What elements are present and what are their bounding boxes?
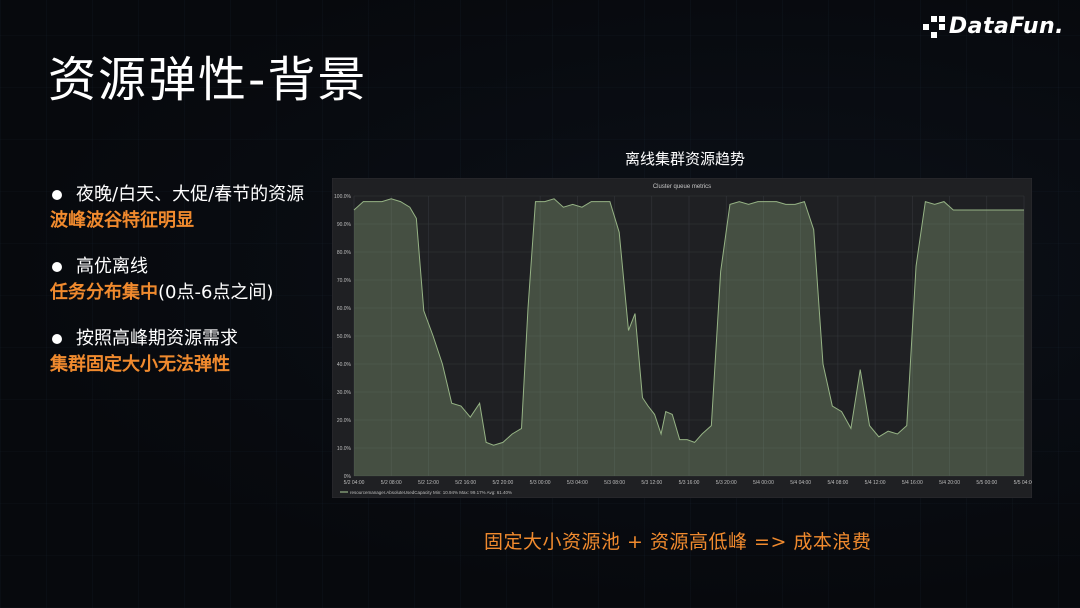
x-tick-label: 5/2 08:00 [381, 480, 402, 486]
bullet-suffix: (0点-6点之间) [158, 282, 274, 303]
x-tick-label: 5/2 04:00 [344, 480, 365, 486]
bottom-note: 固定大小资源池 + 资源高低峰 => 成本浪费 [484, 531, 872, 553]
x-tick-label: 5/4 12:00 [865, 480, 886, 486]
x-tick-label: 5/3 00:00 [530, 480, 551, 486]
x-tick-label: 5/3 08:00 [604, 480, 625, 486]
bullet-highlight: 任务分布集中 [50, 282, 158, 303]
bullet-text: 夜晚/白天、大促/春节的资源 [76, 184, 305, 205]
page-title: 资源弹性-背景 [48, 52, 368, 108]
x-tick-label: 5/3 16:00 [679, 480, 700, 486]
y-tick-label: 90.0% [337, 222, 352, 228]
y-tick-label: 40.0% [337, 362, 352, 368]
bullet-dot-icon [50, 254, 76, 280]
x-tick-label: 5/4 08:00 [827, 480, 848, 486]
bullet-highlight: 波峰波谷特征明显 [50, 210, 194, 231]
x-tick-label: 5/3 20:00 [716, 480, 737, 486]
y-tick-label: 20.0% [337, 418, 352, 424]
cluster-queue-chart: Cluster queue metrics 0% 10.0% 20.0% 30.0% 40… [331, 177, 1035, 499]
x-tick-label: 5/5 00:00 [976, 480, 997, 486]
bullet-highlight: 集群固定大小无法弹性 [50, 354, 230, 375]
logo-text: DataFun. [948, 14, 1064, 39]
bullet-item: 按照高峰期资源需求 集群固定大小无法弹性 [50, 326, 320, 378]
x-tick-label: 5/5 04:00 [1014, 480, 1032, 486]
y-tick-label: 30.0% [337, 390, 352, 396]
bullet-item: 夜晚/白天、大促/春节的资源 波峰波谷特征明显 [50, 182, 320, 234]
bullet-dot-icon [50, 326, 76, 352]
chart-panel: Cluster queue metrics 0% 10.0% 20.0% 30.0% 40… [331, 177, 1035, 499]
chart-caption: 离线集群资源趋势 [624, 150, 745, 168]
x-tick-label: 5/2 16:00 [455, 480, 476, 486]
datafun-logo: DataFun. [922, 14, 1064, 39]
x-tick-label: 5/4 04:00 [790, 480, 811, 486]
y-tick-label: 80.0% [337, 250, 352, 256]
x-tick-label: 5/4 00:00 [753, 480, 774, 486]
chart-title: Cluster queue metrics [653, 184, 711, 190]
bullet-text: 高优离线 [76, 256, 148, 277]
x-tick-label: 5/3 04:00 [567, 480, 588, 486]
legend-text: resourcemanager.AbsoluteUsedCapacity Min… [350, 490, 512, 495]
y-tick-label: 70.0% [337, 278, 352, 284]
y-tick-label: 100.0% [334, 194, 352, 200]
y-tick-label: 0% [344, 474, 352, 480]
y-tick-label: 60.0% [337, 306, 352, 312]
x-tick-label: 5/2 20:00 [492, 480, 513, 486]
bullet-list: 夜晚/白天、大促/春节的资源 波峰波谷特征明显 高优离线 任务分布集中(0点-6… [50, 182, 320, 398]
x-tick-label: 5/3 12:00 [641, 480, 662, 486]
y-tick-label: 10.0% [337, 446, 352, 452]
bullet-item: 高优离线 任务分布集中(0点-6点之间) [50, 254, 320, 306]
bullet-text: 按照高峰期资源需求 [76, 328, 238, 349]
y-tick-label: 50.0% [337, 334, 352, 340]
x-tick-label: 5/4 20:00 [939, 480, 960, 486]
x-tick-label: 5/2 12:00 [418, 480, 439, 486]
x-tick-label: 5/4 16:00 [902, 480, 923, 486]
logo-mark-icon [922, 15, 945, 38]
bullet-dot-icon [50, 182, 76, 208]
